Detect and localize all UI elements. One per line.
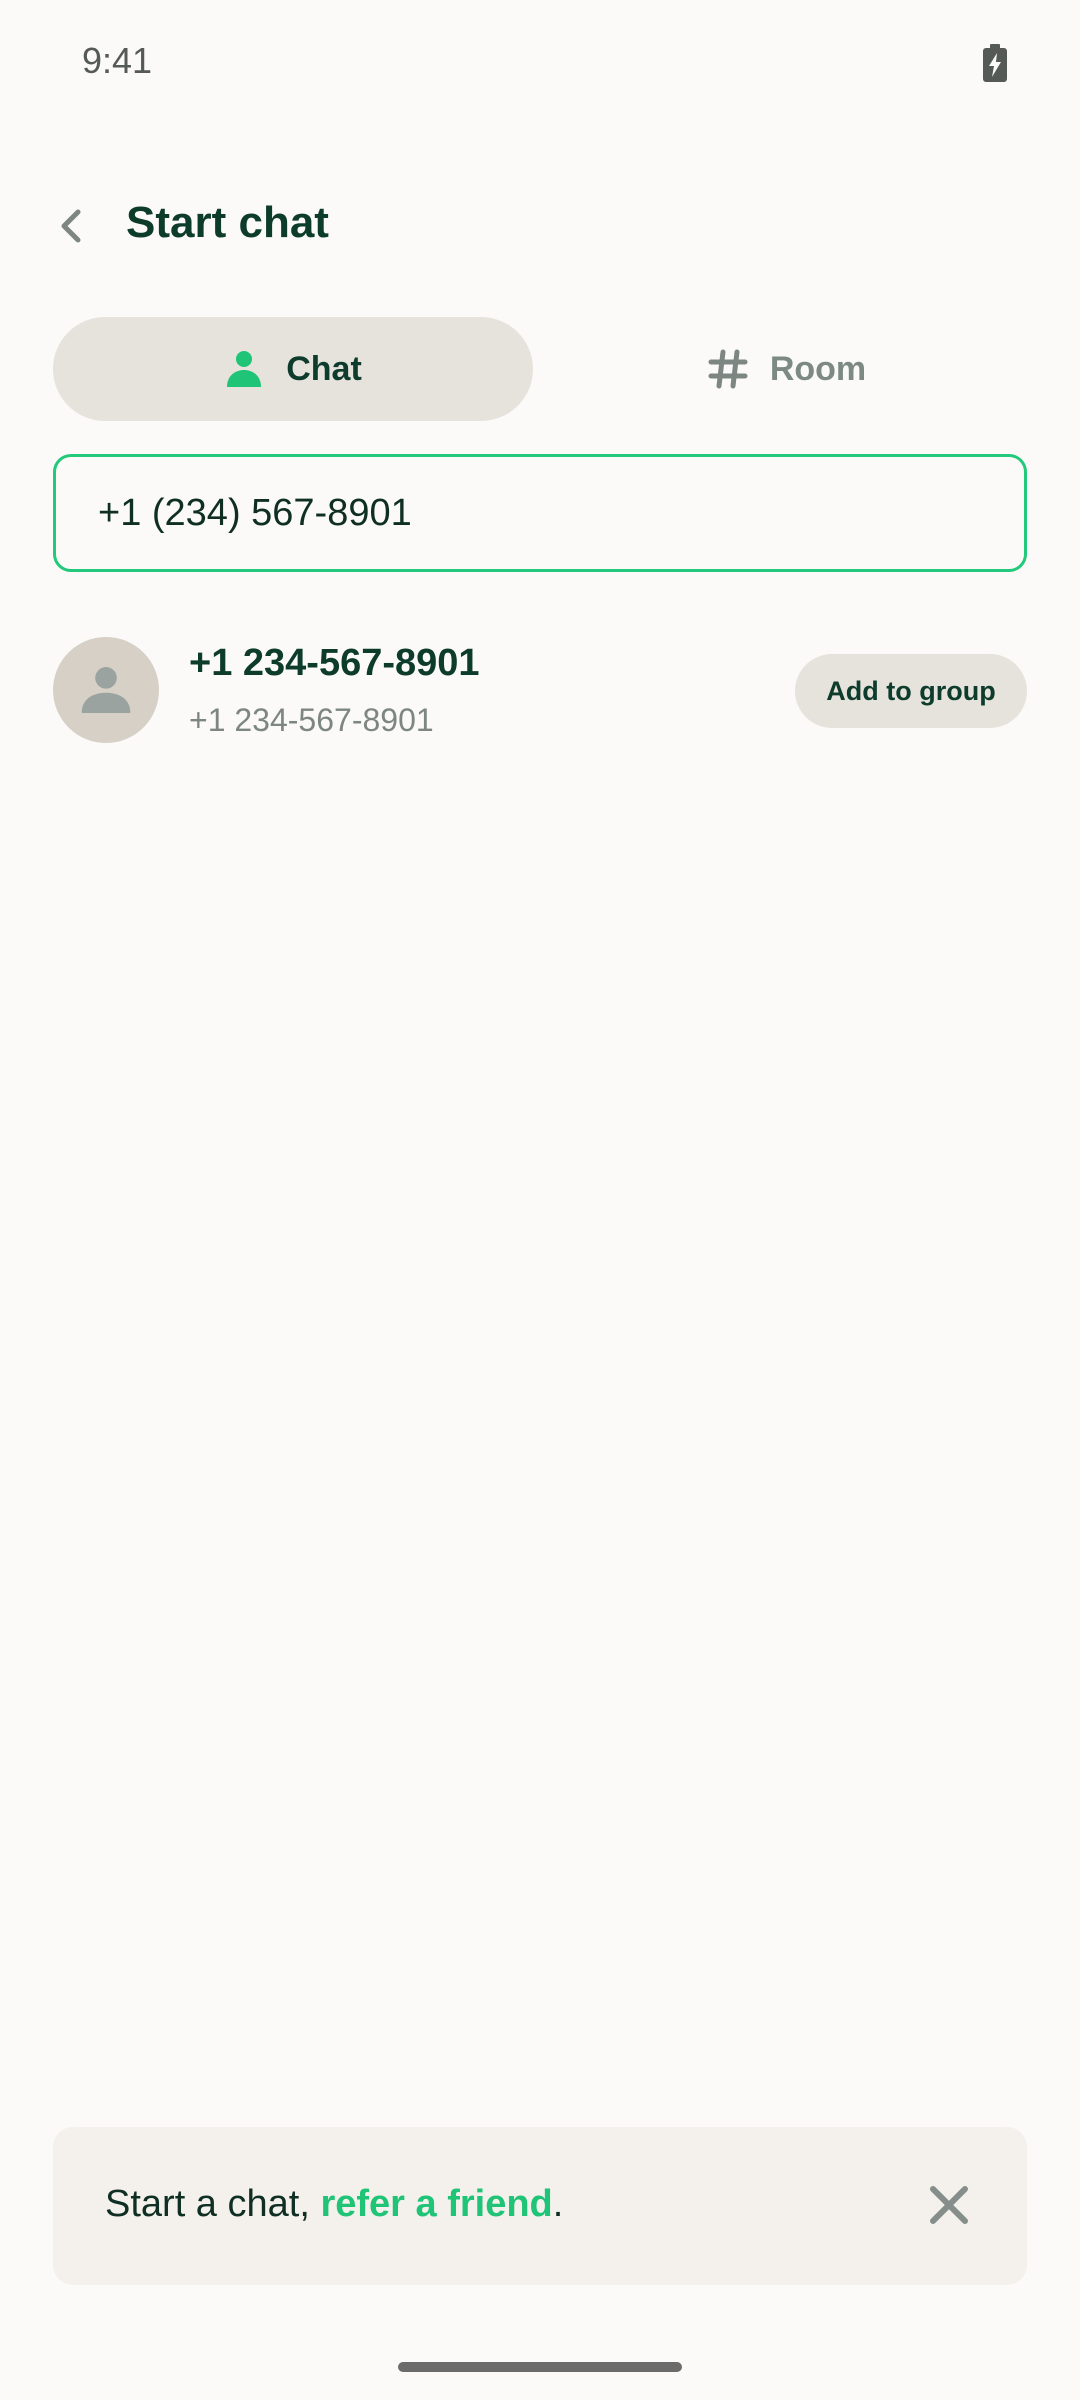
search-result-row[interactable]: +1 234-567-8901 +1 234-567-8901 Add to g… xyxy=(53,636,1027,744)
tab-room-label: Room xyxy=(769,349,867,388)
avatar xyxy=(53,637,159,743)
refer-a-friend-link[interactable]: refer a friend xyxy=(320,2183,552,2225)
chevron-left-icon xyxy=(61,209,81,243)
phone-search-input[interactable] xyxy=(98,491,1024,535)
close-icon xyxy=(930,2186,968,2224)
person-icon xyxy=(227,351,262,387)
home-indicator[interactable] xyxy=(398,2362,682,2372)
referral-banner: Start a chat, refer a friend. xyxy=(53,2127,1027,2285)
result-name: +1 234-567-8901 xyxy=(189,642,480,684)
hash-icon xyxy=(708,349,748,389)
tab-chat-label: Chat xyxy=(286,349,362,388)
result-subtitle: +1 234-567-8901 xyxy=(189,702,434,738)
referral-suffix: . xyxy=(552,2183,564,2225)
phone-search-field[interactable] xyxy=(53,454,1027,572)
battery-charging-icon xyxy=(980,44,1010,82)
referral-prefix: Start a chat, xyxy=(105,2183,321,2225)
header: Start chat xyxy=(0,180,1080,270)
tab-chat[interactable]: Chat xyxy=(53,317,533,421)
add-to-group-button[interactable]: Add to group xyxy=(795,654,1027,728)
tab-room[interactable]: Room xyxy=(547,317,1027,421)
chat-type-tabs: Chat Room xyxy=(53,317,1027,421)
person-icon xyxy=(81,667,131,713)
referral-text: Start a chat, refer a friend. xyxy=(105,2183,563,2226)
back-button[interactable] xyxy=(44,198,100,254)
status-time: 9:41 xyxy=(82,40,153,81)
page-title: Start chat xyxy=(126,198,329,247)
status-bar: 9:41 xyxy=(0,0,1080,120)
close-banner-button[interactable] xyxy=(923,2179,975,2231)
